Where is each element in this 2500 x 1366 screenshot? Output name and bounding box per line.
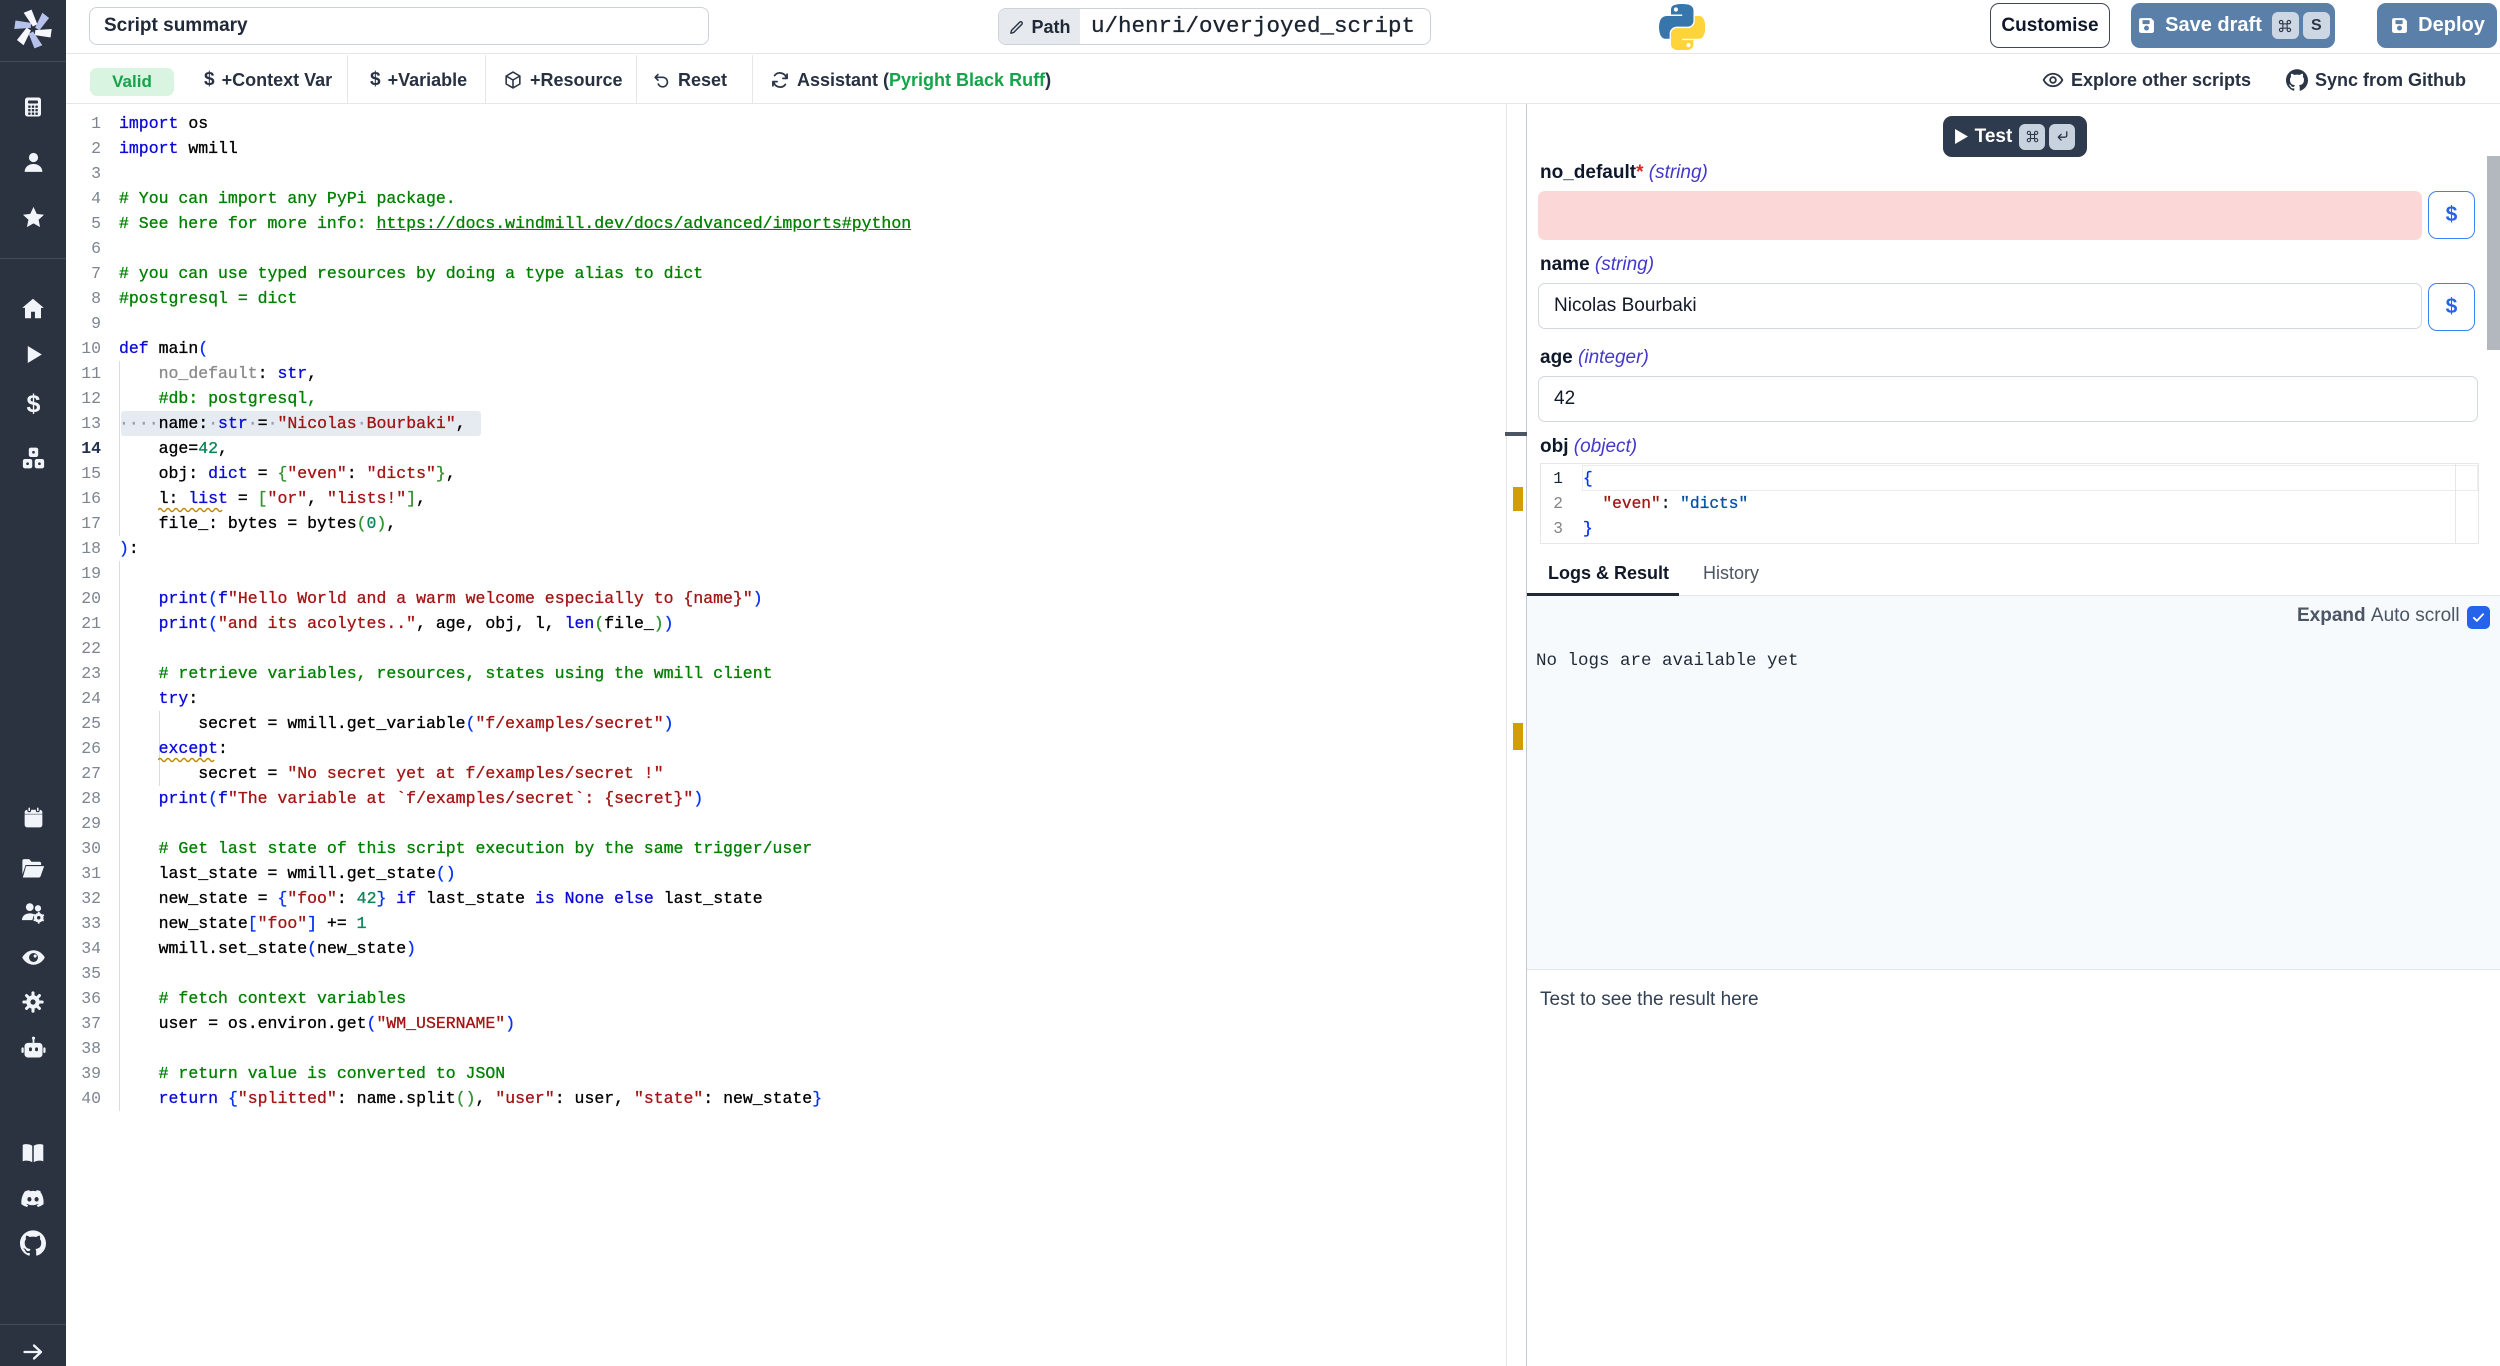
svg-text:$: $: [26, 392, 40, 417]
